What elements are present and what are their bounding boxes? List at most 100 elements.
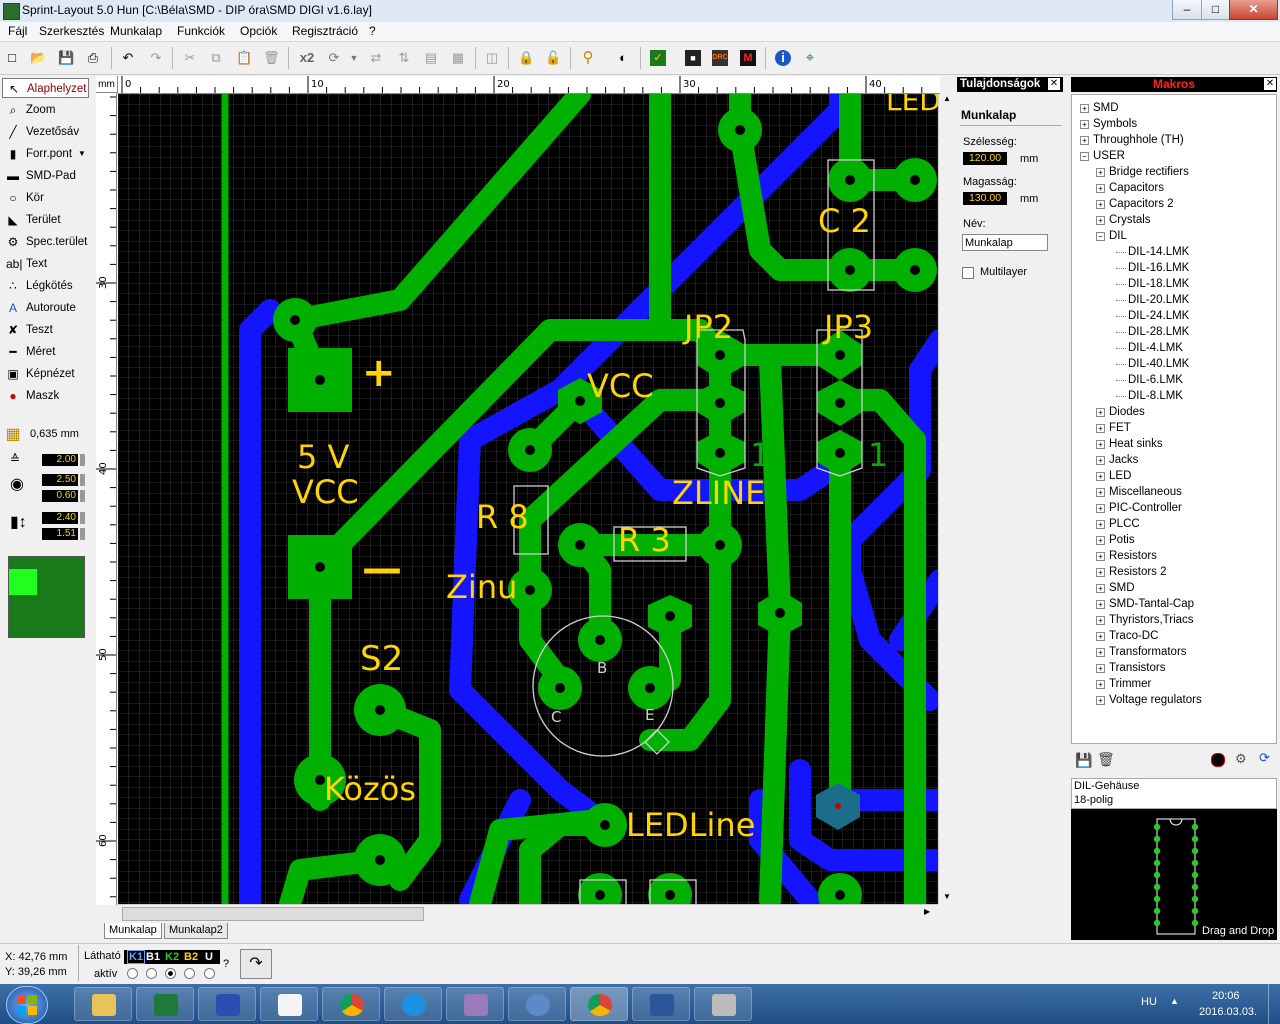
pcb-canvas[interactable]: LED C 2 JP2 JP3 + — 5 V VCC VCC R 8 R 3 … xyxy=(118,94,938,904)
layer-help[interactable]: ? xyxy=(223,958,229,970)
mirror-v-icon[interactable]: ⇅ xyxy=(396,50,412,66)
macro-tree-item[interactable]: SMD xyxy=(1093,101,1119,115)
drc-icon[interactable]: DRC xyxy=(712,50,728,66)
new-file-icon[interactable]: □ xyxy=(4,50,20,66)
smd-height-spin[interactable] xyxy=(80,528,85,540)
macro-tree-item[interactable]: PIC-Controller xyxy=(1109,501,1182,515)
expand-icon[interactable]: + xyxy=(1096,456,1105,465)
tool-airwire[interactable]: ∴ Légkötés xyxy=(2,276,89,296)
macro-icon[interactable]: M xyxy=(740,50,756,66)
macro-tree-item[interactable]: Transformators xyxy=(1109,645,1187,659)
tool-photo[interactable]: ▣ Képnézet xyxy=(2,364,89,384)
expand-icon[interactable]: + xyxy=(1096,552,1105,561)
macro-tree-item[interactable]: DIL-18.LMK xyxy=(1128,277,1189,291)
zoom-icon[interactable]: ⚲ xyxy=(580,50,596,66)
expand-icon[interactable]: + xyxy=(1096,520,1105,529)
menu-options[interactable]: Opciók xyxy=(240,24,277,38)
smd-height-field[interactable]: 1.51 xyxy=(42,528,78,540)
macro-tree-item[interactable]: Resistors xyxy=(1109,549,1157,563)
expand-icon[interactable]: + xyxy=(1096,616,1105,625)
macro-record-icon[interactable] xyxy=(1211,753,1225,767)
layer-icon[interactable]: ◫ xyxy=(484,50,500,66)
radio-k1[interactable] xyxy=(127,968,138,979)
expand-icon[interactable]: + xyxy=(1096,216,1105,225)
macro-save-icon[interactable]: 💾 xyxy=(1075,752,1092,769)
start-button[interactable] xyxy=(6,986,48,1024)
expand-icon[interactable]: + xyxy=(1096,504,1105,513)
layer-k2[interactable]: K2 xyxy=(165,950,179,964)
tool-zoom[interactable]: ⌕ Zoom xyxy=(2,100,89,120)
taskbar-excel[interactable] xyxy=(136,987,194,1021)
tool-autoroute[interactable]: A Autoroute xyxy=(2,298,89,318)
radio-k2[interactable] xyxy=(165,968,176,979)
macro-tree-item[interactable]: DIL-8.LMK xyxy=(1128,389,1183,403)
macro-tree-item[interactable]: DIL-24.LMK xyxy=(1128,309,1189,323)
duplicate-x2-icon[interactable]: x2 xyxy=(297,50,317,66)
macro-tree-item[interactable]: Capacitors xyxy=(1109,181,1164,195)
macro-tree-item[interactable]: Thyristors,Triacs xyxy=(1109,613,1194,627)
cut-icon[interactable]: ✂ xyxy=(182,50,198,66)
macro-tree-item[interactable]: DIL xyxy=(1109,229,1127,243)
chevron-down-icon[interactable]: ▼ xyxy=(78,144,86,164)
expand-icon[interactable]: + xyxy=(1096,584,1105,593)
expand-icon[interactable]: + xyxy=(1080,120,1089,129)
track-width-spin[interactable] xyxy=(80,454,85,466)
align-icon[interactable]: ▤ xyxy=(423,50,439,66)
expand-icon[interactable]: + xyxy=(1096,168,1105,177)
pad-inner-field[interactable]: 0.60 xyxy=(42,490,78,502)
radio-u[interactable] xyxy=(204,968,215,979)
smd-width-spin[interactable] xyxy=(80,512,85,524)
menu-registration[interactable]: Regisztráció xyxy=(292,24,358,38)
tray-language[interactable]: HU xyxy=(1141,996,1157,1008)
macro-tree-item[interactable]: Traco-DC xyxy=(1109,629,1158,643)
macro-tree-item[interactable]: Jacks xyxy=(1109,453,1138,467)
macro-tree-item[interactable]: Resistors 2 xyxy=(1109,565,1167,579)
collapse-icon[interactable]: − xyxy=(1096,232,1105,241)
layer-switch-icon[interactable]: ↷ xyxy=(240,949,272,979)
macro-tree-item[interactable]: Capacitors 2 xyxy=(1109,197,1174,211)
menu-help[interactable]: ? xyxy=(369,24,376,38)
tab-munkalap[interactable]: Munkalap xyxy=(104,923,162,939)
properties-close-icon[interactable]: ✕ xyxy=(1048,78,1060,90)
macro-tree-item[interactable]: Symbols xyxy=(1093,117,1137,131)
macro-refresh-icon[interactable]: ⟳ xyxy=(1259,750,1270,766)
mirror-h-icon[interactable]: ⇄ xyxy=(368,50,384,66)
print-icon[interactable]: ⎙ xyxy=(85,50,101,66)
macro-tree-item[interactable]: DIL-14.LMK xyxy=(1128,245,1189,259)
expand-icon[interactable]: + xyxy=(1096,648,1105,657)
minimize-button[interactable]: – xyxy=(1172,0,1202,20)
info-icon[interactable]: i xyxy=(775,50,791,66)
ruler-unit[interactable]: mm xyxy=(96,76,118,93)
taskbar-app[interactable] xyxy=(446,987,504,1021)
expand-icon[interactable]: + xyxy=(1096,200,1105,209)
crop-icon[interactable]: ⌖ xyxy=(802,50,818,66)
expand-icon[interactable]: + xyxy=(1096,680,1105,689)
tool-special-area[interactable]: ⚙ Spec.terület xyxy=(2,232,89,252)
expand-icon[interactable]: + xyxy=(1096,472,1105,481)
expand-icon[interactable]: + xyxy=(1096,600,1105,609)
scroll-down-icon[interactable]: ▼ xyxy=(943,892,951,901)
macro-tree-item[interactable]: PLCC xyxy=(1109,517,1140,531)
show-desktop-button[interactable] xyxy=(1268,984,1280,1024)
pad-outer-spin[interactable] xyxy=(80,474,85,486)
expand-icon[interactable]: + xyxy=(1096,408,1105,417)
radio-b2[interactable] xyxy=(184,968,195,979)
expand-icon[interactable]: + xyxy=(1096,440,1105,449)
expand-icon[interactable]: + xyxy=(1096,632,1105,641)
redo-icon[interactable]: ↷ xyxy=(148,50,164,66)
maximize-button[interactable]: □ xyxy=(1201,0,1230,20)
layer-b1[interactable]: B1 xyxy=(146,950,160,964)
tool-mask[interactable]: ● Maszk xyxy=(2,386,89,406)
tool-track[interactable]: ╱ Vezetősáv xyxy=(2,122,89,142)
tool-test[interactable]: ✘ Teszt xyxy=(2,320,89,340)
expand-icon[interactable]: + xyxy=(1096,696,1105,705)
macro-tree-item[interactable]: SMD-Tantal-Cap xyxy=(1109,597,1194,611)
pad-inner-spin[interactable] xyxy=(80,490,85,502)
macro-tree-item[interactable]: Heat sinks xyxy=(1109,437,1163,451)
macro-tree-item[interactable]: DIL-4.LMK xyxy=(1128,341,1183,355)
tray-date[interactable]: 2016.03.03. xyxy=(1199,1006,1257,1018)
macro-tree-item[interactable]: DIL-6.LMK xyxy=(1128,373,1183,387)
close-button[interactable]: ✕ xyxy=(1229,0,1278,20)
expand-icon[interactable]: + xyxy=(1096,664,1105,673)
taskbar-sprint-layout[interactable] xyxy=(694,987,752,1021)
